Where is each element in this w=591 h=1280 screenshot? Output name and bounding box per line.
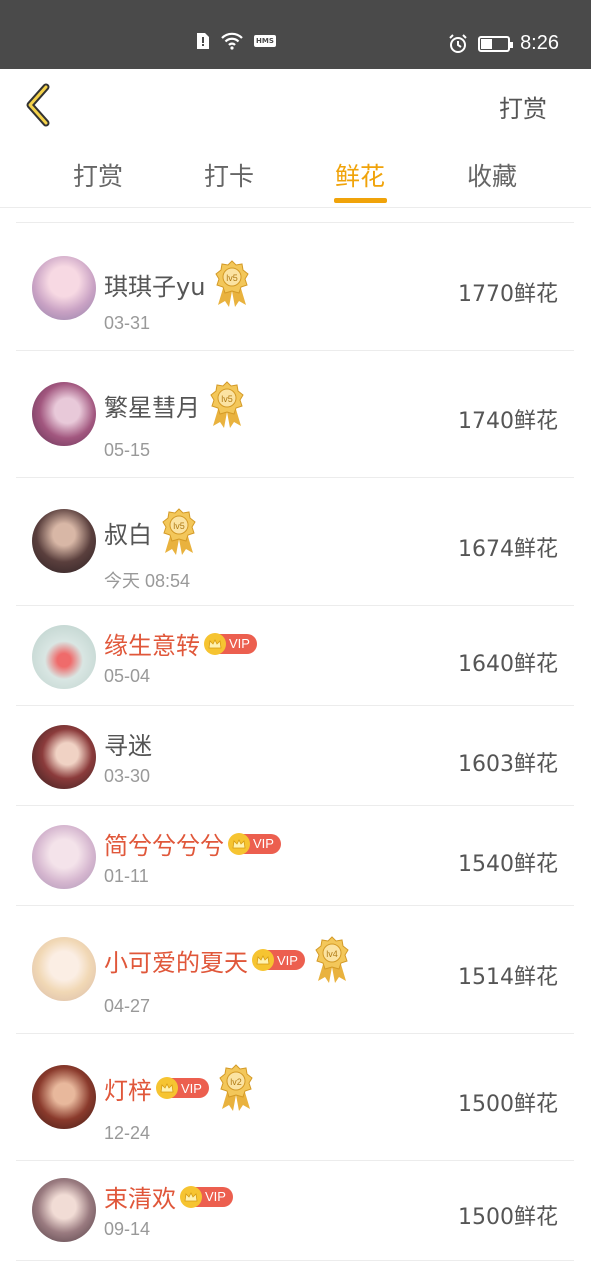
crown-icon	[180, 1185, 202, 1208]
list-item[interactable]: 叔白 lv5 今天 08:54 1674鲜花	[16, 478, 574, 606]
flower-amount: 1514鲜花	[458, 965, 558, 990]
level-medal-icon: lv5	[162, 508, 196, 555]
user-name: 叔白	[104, 520, 152, 549]
level-label: lv2	[230, 1077, 242, 1087]
list-item[interactable]: 小可爱的夏天 VIP lv4 04-27 1514鲜花	[16, 906, 574, 1034]
user-date: 09-14	[104, 1219, 151, 1239]
user-name-row: 小可爱的夏天 VIP lv4	[104, 935, 351, 985]
user-name-row: 简兮兮兮兮 VIP	[104, 826, 281, 861]
avatar	[32, 509, 96, 573]
flower-amount: 1740鲜花	[458, 409, 558, 434]
user-name: 寻迷	[104, 732, 152, 760]
level-label: lv5	[227, 273, 239, 283]
flower-amount: 1770鲜花	[458, 282, 558, 307]
vip-label: VIP	[229, 636, 250, 651]
user-name-row: 束清欢 VIP	[104, 1179, 233, 1214]
wifi-icon	[221, 32, 243, 50]
list-item[interactable]: 简兮兮兮兮 VIP 01-11 1540鲜花	[16, 806, 574, 906]
status-icons-right: 8:26	[448, 32, 559, 55]
user-name-row: 缘生意转 VIP	[104, 626, 257, 661]
tab-reward[interactable]: 打赏	[73, 157, 123, 193]
list-item[interactable]: 寻迷 03-30 1603鲜花	[16, 706, 574, 806]
user-name: 繁星彗月	[104, 393, 200, 422]
user-date: 01-11	[104, 866, 149, 886]
user-name: 琪琪子yu	[104, 272, 206, 301]
list-item[interactable]: 灯梓 VIP lv2 12-24 1500鲜花	[16, 1034, 574, 1161]
user-name-row: 叔白 lv5	[104, 507, 198, 557]
user-date: 03-31	[104, 313, 151, 333]
vip-label: VIP	[253, 836, 274, 851]
avatar	[32, 625, 96, 689]
user-date: 04-27	[104, 996, 151, 1016]
level-medal-icon: lv5	[210, 381, 244, 428]
level-medal-icon: lv2	[219, 1064, 253, 1111]
vip-badge: VIP	[156, 1077, 209, 1099]
crown-icon	[204, 632, 226, 655]
vip-label: VIP	[277, 952, 298, 968]
vip-badge: VIP	[180, 1185, 233, 1208]
vip-badge: VIP	[252, 949, 305, 971]
user-date: 今天 08:54	[104, 571, 191, 591]
clock: 8:26	[520, 32, 559, 54]
crown-icon	[252, 949, 274, 971]
user-name: 缘生意转	[104, 632, 200, 660]
avatar	[32, 937, 96, 1001]
flower-amount: 1674鲜花	[458, 537, 558, 562]
flower-amount: 1640鲜花	[458, 652, 558, 677]
tab-bar: 打赏 打卡 鲜花 收藏	[0, 145, 591, 208]
user-name: 小可爱的夏天	[104, 948, 248, 977]
back-button[interactable]	[20, 83, 60, 127]
crown-icon	[228, 832, 250, 855]
vip-label: VIP	[205, 1189, 226, 1204]
tab-checkin[interactable]: 打卡	[204, 157, 254, 193]
level-medal-icon: lv5	[215, 260, 250, 307]
battery-icon	[478, 35, 514, 52]
vip-badge: VIP	[228, 832, 281, 855]
level-label: lv4	[326, 949, 338, 959]
list-item[interactable]: 缘生意转 VIP 05-04 1640鲜花	[16, 606, 574, 706]
user-date: 03-30	[104, 766, 151, 786]
hms-icon: HMS	[254, 35, 276, 47]
user-date: 05-04	[104, 666, 151, 686]
crown-icon	[156, 1077, 178, 1099]
reward-button[interactable]: 打赏	[499, 89, 547, 124]
vip-badge: VIP	[204, 632, 257, 655]
status-icons-center: HMS	[196, 32, 276, 50]
sim-alert-icon	[197, 33, 209, 49]
tab-flowers[interactable]: 鲜花	[335, 157, 385, 193]
level-medal-icon: lv4	[315, 936, 349, 983]
avatar	[32, 1065, 96, 1129]
avatar	[32, 1178, 96, 1242]
avatar	[32, 825, 96, 889]
ranking-list: 琪琪子yu lv5 03-31 1770鲜花 繁星彗月 lv5 05-15 17…	[16, 222, 574, 1261]
list-item[interactable]: 琪琪子yu lv5 03-31 1770鲜花	[16, 223, 574, 351]
user-name-row: 灯梓 VIP lv2	[104, 1063, 255, 1113]
header: 打赏	[0, 69, 591, 139]
user-name: 束清欢	[104, 1185, 176, 1213]
status-bar: HMS 8:26	[0, 0, 591, 69]
flower-amount: 1500鲜花	[458, 1092, 558, 1117]
user-name: 简兮兮兮兮	[104, 832, 224, 860]
list-item[interactable]: 束清欢 VIP 09-14 1500鲜花	[16, 1161, 574, 1261]
user-date: 05-15	[104, 440, 151, 460]
user-name-row: 琪琪子yu lv5	[104, 259, 251, 309]
avatar	[32, 725, 96, 789]
user-name-row: 寻迷	[104, 726, 152, 761]
tab-favorites[interactable]: 收藏	[467, 157, 517, 193]
avatar	[32, 382, 96, 446]
flower-amount: 1500鲜花	[458, 1205, 558, 1230]
avatar	[32, 256, 96, 320]
list-item[interactable]: 繁星彗月 lv5 05-15 1740鲜花	[16, 351, 574, 478]
user-name: 灯梓	[104, 1076, 152, 1105]
level-label: lv5	[221, 394, 233, 404]
alarm-icon	[449, 33, 467, 53]
vip-label: VIP	[181, 1080, 202, 1096]
flower-amount: 1603鲜花	[458, 752, 558, 777]
flower-amount: 1540鲜花	[458, 852, 558, 877]
active-tab-indicator	[334, 198, 387, 203]
chevron-left-icon	[26, 83, 50, 127]
user-name-row: 繁星彗月 lv5	[104, 380, 246, 430]
user-date: 12-24	[104, 1123, 151, 1143]
level-label: lv5	[173, 521, 185, 531]
